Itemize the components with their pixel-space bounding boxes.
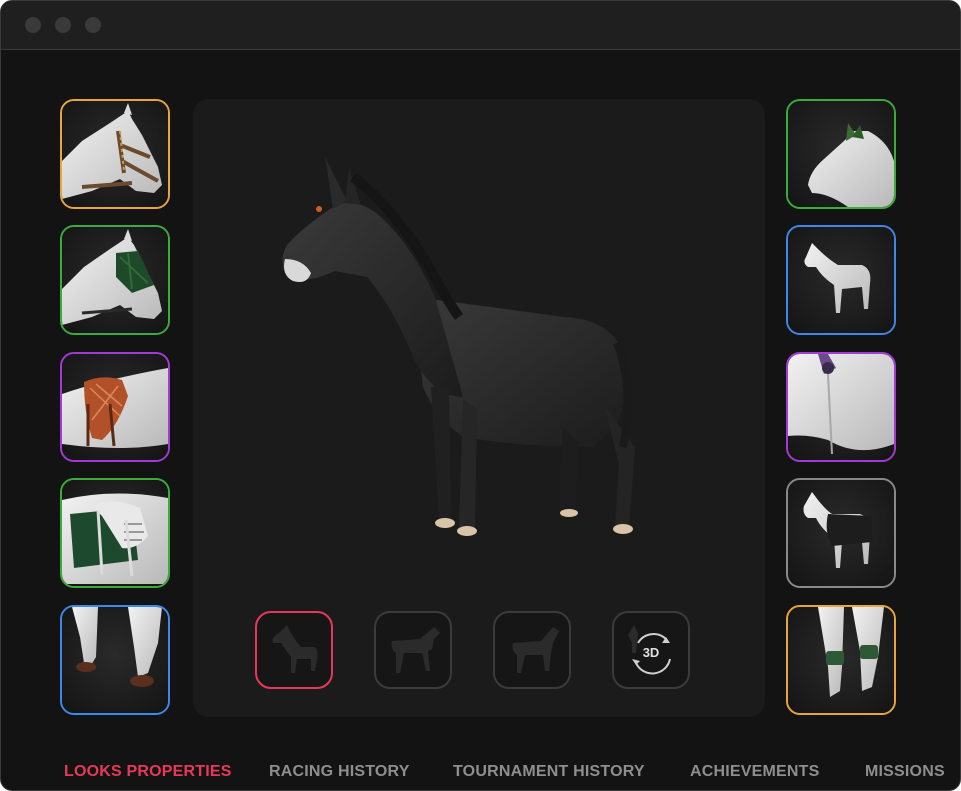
equipment-slot-hooves[interactable]: [60, 605, 170, 715]
maximize-window-button[interactable]: [85, 17, 101, 33]
minimize-window-button[interactable]: [55, 17, 71, 33]
equipment-slot-ear-bonnet[interactable]: [786, 99, 896, 209]
horse-side-view-icon: [391, 627, 440, 673]
equipment-slot-saddle[interactable]: [60, 352, 170, 462]
hooves-icon: [62, 607, 168, 713]
tab-missions[interactable]: MISSIONS: [865, 763, 945, 781]
horse-model: [282, 157, 635, 536]
equipment-slot-fly-mask[interactable]: [60, 225, 170, 335]
boots-icon: [788, 607, 894, 713]
rotate-3d-label: 3D: [643, 645, 660, 660]
tab-looks-properties[interactable]: LOOKS PROPERTIES: [64, 763, 232, 781]
saddle-icon: [62, 354, 168, 460]
app-window: 3D LOOKS PROPERTIES RACING HISTORY TOURN…: [0, 0, 961, 791]
bottom-tab-bar: LOOKS PROPERTIES RACING HISTORY TOURNAME…: [1, 753, 960, 789]
tab-racing-history[interactable]: RACING HISTORY: [269, 763, 410, 781]
side-view-button[interactable]: [374, 611, 452, 689]
bridle-icon: [62, 101, 168, 207]
blanket-icon: [788, 354, 894, 460]
tab-tournament-history[interactable]: TOURNAMENT HISTORY: [453, 763, 645, 781]
ear-bonnet-icon: [788, 101, 894, 207]
rug-icon: [788, 480, 894, 586]
horse-rear-view-icon: [512, 627, 559, 673]
equipment-slot-bridle[interactable]: [60, 99, 170, 209]
equipment-slot-saddle-pad[interactable]: [60, 478, 170, 588]
tab-achievements[interactable]: ACHIEVEMENTS: [690, 763, 820, 781]
title-bar: [1, 1, 960, 50]
horse-front-view-icon: [272, 625, 318, 673]
equipment-slot-horse-body[interactable]: [786, 225, 896, 335]
rotate-3d-icon: 3D: [628, 625, 671, 675]
close-window-button[interactable]: [25, 17, 41, 33]
front-view-button[interactable]: [255, 611, 333, 689]
rear-view-button[interactable]: [493, 611, 571, 689]
horse-icon: [788, 227, 894, 333]
equipment-slot-leg-boots[interactable]: [786, 605, 896, 715]
horse-preview-stage[interactable]: 3D: [193, 99, 765, 717]
fly-mask-icon: [62, 227, 168, 333]
equipment-slot-black-rug[interactable]: [786, 478, 896, 588]
rotate-3d-button[interactable]: 3D: [612, 611, 690, 689]
saddle-pad-icon: [62, 480, 168, 586]
equipment-slot-blanket[interactable]: [786, 352, 896, 462]
